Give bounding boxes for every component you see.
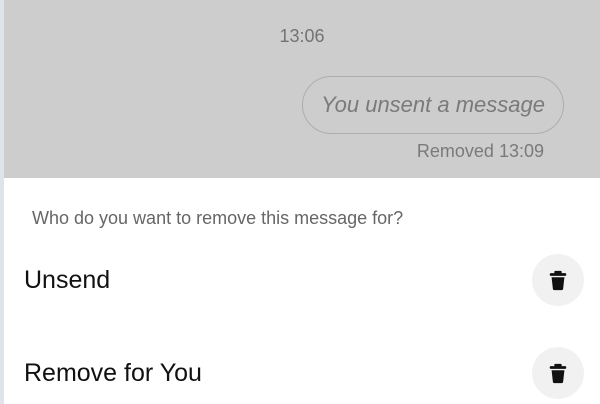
trash-icon [549,270,567,291]
unsend-option[interactable]: Unsend [4,245,600,315]
unsend-button[interactable] [532,254,584,306]
sheet-question: Who do you want to remove this message f… [32,208,404,228]
remove-for-you-button[interactable] [532,347,584,399]
remove-for-you-label: Remove for You [24,358,202,387]
removed-status: Removed 13:09 [416,141,544,161]
remove-for-you-option[interactable]: Remove for You [4,338,600,404]
chat-area: 13:06 You unsent a message Removed 13:09 [4,0,600,178]
remove-options-sheet: Who do you want to remove this message f… [4,178,600,404]
unsent-message-text: You unsent a message [321,92,545,117]
unsent-message-bubble[interactable]: You unsent a message [302,76,564,134]
trash-icon [549,363,567,384]
unsend-label: Unsend [24,265,111,294]
message-timestamp: 13:06 [279,26,325,46]
